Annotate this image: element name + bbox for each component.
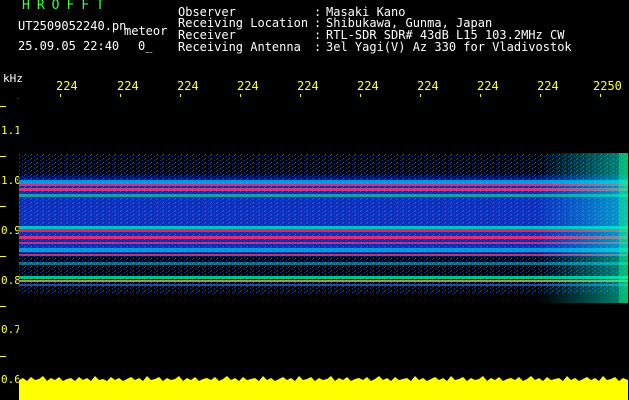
freq-tick-label: 0.9	[1, 224, 21, 237]
spectrogram-image	[19, 98, 628, 373]
freq-tick-mark	[0, 156, 6, 157]
time-tick-mark	[360, 94, 361, 97]
freq-tick-mark	[0, 106, 6, 107]
frequency-unit-label: kHz	[3, 72, 23, 85]
freq-tick-label: 1.1	[1, 124, 21, 137]
time-tick-mark	[600, 94, 601, 97]
time-tick-label: 224	[56, 79, 78, 93]
count-value: 0_	[138, 39, 153, 53]
file-name: UT2509052240.pn	[18, 19, 127, 33]
time-tick-mark	[240, 94, 241, 97]
time-tick-label: 224	[537, 79, 559, 93]
time-tick-label: 224	[357, 79, 379, 93]
time-tick-mark	[480, 94, 481, 97]
file-tag: meteor	[124, 24, 168, 38]
date-time: 25.09.05 22:40	[18, 39, 120, 53]
time-tick-mark	[180, 94, 181, 97]
antenna-colon: :	[314, 40, 322, 54]
freq-tick-label: 0.6	[1, 373, 21, 386]
signal-level-bar	[19, 372, 628, 400]
antenna-value: 3el Yagi(V) Az 330 for Vladivostok	[326, 40, 572, 54]
time-tick-mark	[60, 94, 61, 97]
time-tick-label: 224	[477, 79, 499, 93]
time-tick-label: 224	[237, 79, 259, 93]
time-tick-label: 224	[177, 79, 199, 93]
time-tick-mark	[540, 94, 541, 97]
time-tick-mark	[120, 94, 121, 97]
freq-tick-label: 0.8	[1, 274, 21, 287]
time-tick-label: 224	[417, 79, 439, 93]
freq-tick-mark	[0, 256, 6, 257]
time-tick-mark	[420, 94, 421, 97]
freq-tick-label: 0.7	[1, 323, 21, 336]
freq-tick-mark	[0, 356, 6, 357]
freq-tick-mark	[0, 206, 6, 207]
time-tick-mark	[300, 94, 301, 97]
time-tick-label: 224	[297, 79, 319, 93]
app-title: HROFFT	[22, 0, 111, 13]
time-tick-label: 224	[117, 79, 139, 93]
antenna-label: Receiving Antenna	[178, 40, 301, 54]
freq-tick-label: 1.0	[1, 174, 21, 187]
freq-tick-mark	[0, 306, 6, 307]
time-tick-label: 2250	[593, 79, 622, 93]
